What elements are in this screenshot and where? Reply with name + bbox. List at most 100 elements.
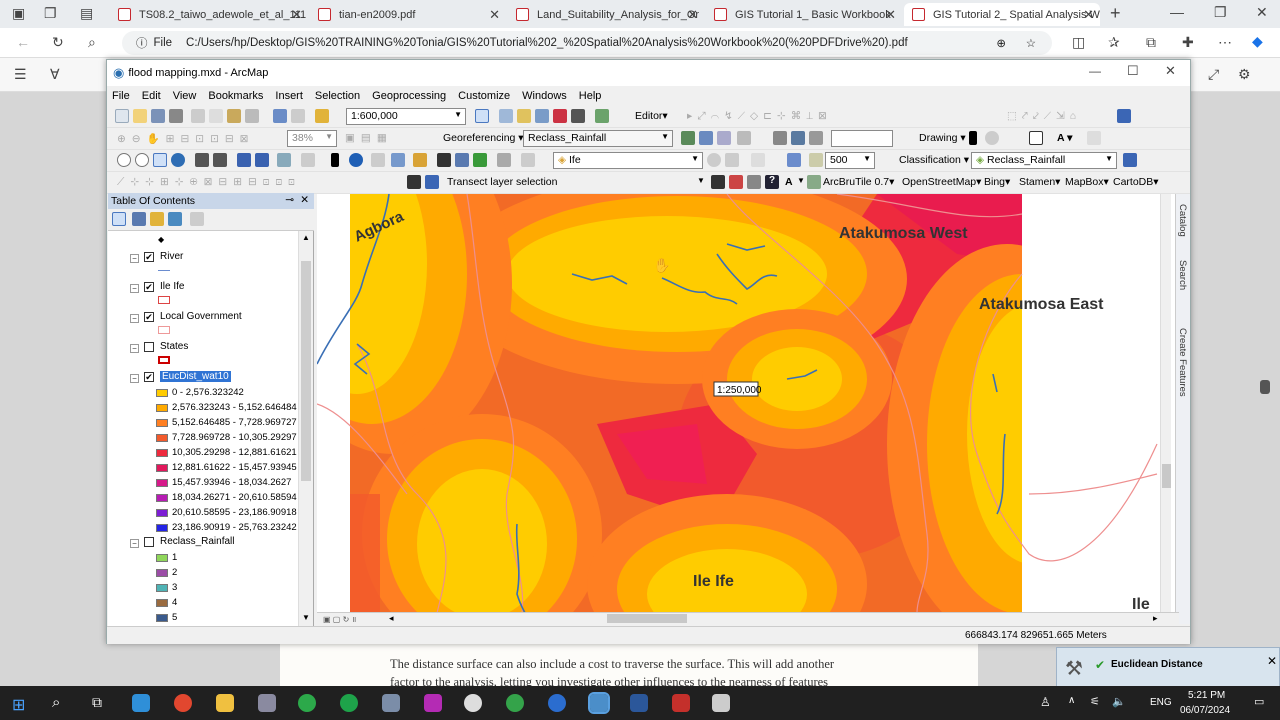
catalog-tab[interactable]: Catalog (1177, 204, 1188, 237)
menu-selection[interactable]: Selection (310, 90, 365, 102)
maximize-icon[interactable]: ☐ (1127, 63, 1139, 79)
cut-icon[interactable] (191, 109, 205, 123)
arcbrutile-icon[interactable] (807, 175, 821, 189)
copilot-icon[interactable]: ◆ (1252, 33, 1263, 50)
transect-icon[interactable] (425, 175, 439, 189)
undo-icon[interactable] (1117, 109, 1131, 123)
layer-checkbox[interactable]: ✔ (144, 281, 154, 292)
georef-layer-combo[interactable]: Reclass_Rainfall ▼ (523, 130, 673, 147)
browser-tab-3[interactable]: Land_Suitability_Analysis_for_Or ✕ (508, 3, 704, 26)
contrast-icon[interactable] (751, 153, 765, 167)
menu-edit[interactable]: Edit (137, 90, 166, 102)
tab-actions-icon[interactable]: ▣ (12, 5, 25, 22)
scale-icon[interactable] (737, 131, 751, 145)
new-icon[interactable] (115, 109, 129, 123)
extensions-icon[interactable]: ✚ (1182, 34, 1194, 51)
georef-value-field[interactable] (831, 130, 893, 147)
dropdown-arrow-icon[interactable]: ▼ (797, 176, 805, 185)
basemap-mapbox[interactable]: MapBox▾ (1065, 176, 1109, 188)
tray-chevron-icon[interactable]: ∧ (1068, 695, 1075, 706)
basemap-cartodb[interactable]: CartoDB▾ (1113, 176, 1159, 188)
pin-icon[interactable]: ⊸ (285, 194, 294, 206)
edge-icon[interactable] (132, 694, 150, 712)
favorites-icon[interactable]: ✰ (1108, 34, 1120, 51)
options-icon[interactable] (190, 212, 204, 226)
collapse-icon[interactable]: − (130, 254, 139, 263)
print-icon[interactable] (169, 109, 183, 123)
back-icon[interactable]: ← (16, 34, 30, 50)
clear-selection-icon[interactable] (301, 153, 315, 167)
editor-toolbar-icon[interactable] (475, 109, 489, 123)
close-icon[interactable]: ✕ (300, 194, 309, 206)
georeferencing-menu[interactable]: Georeferencing ▾ (443, 132, 524, 144)
time-slider-icon[interactable] (497, 153, 511, 167)
search-window-icon[interactable] (535, 109, 549, 123)
map-canvas[interactable]: Agbora Atakumosa West Atakumosa East Ile… (317, 194, 1179, 613)
redo-icon[interactable] (291, 109, 305, 123)
help-icon[interactable]: ? (765, 175, 779, 189)
app-icon[interactable] (382, 694, 400, 712)
browser-tab-2[interactable]: tian-en2009.pdf ✕ (310, 3, 506, 26)
find-icon[interactable] (437, 153, 451, 167)
pan-icon[interactable] (153, 153, 167, 167)
word-icon[interactable] (630, 694, 648, 712)
rotate-element-icon[interactable] (985, 131, 999, 145)
forward-extent-icon[interactable] (255, 153, 269, 167)
save-icon[interactable] (151, 109, 165, 123)
menu-windows[interactable]: Windows (517, 90, 572, 102)
catalog-icon[interactable] (517, 109, 531, 123)
shift-icon[interactable] (717, 131, 731, 145)
browser-tab-1[interactable]: TS08.2_taiwo_adewole_et_al_111 ✕ (110, 3, 308, 26)
editor-menu[interactable]: Editor▾ (635, 110, 668, 122)
file-explorer-icon[interactable] (216, 694, 234, 712)
menu-customize[interactable]: Customize (453, 90, 515, 102)
select-elements-icon[interactable] (331, 153, 339, 167)
close-tab-icon[interactable]: ✕ (1083, 7, 1094, 23)
full-extent-icon[interactable] (171, 153, 185, 167)
select-features-icon[interactable] (277, 153, 291, 167)
rotate-icon[interactable] (699, 131, 713, 145)
list-by-source-icon[interactable] (132, 212, 146, 226)
language-indicator[interactable]: ENG (1150, 697, 1172, 708)
scroll-thumb[interactable] (607, 614, 687, 623)
list-by-selection-icon[interactable] (168, 212, 182, 226)
map-view[interactable]: Agbora Atakumosa West Atakumosa East Ile… (317, 194, 1179, 613)
pdf-scrollbar-thumb[interactable] (1260, 380, 1270, 394)
app-icon[interactable] (424, 694, 442, 712)
list-by-visibility-icon[interactable] (150, 212, 164, 226)
scroll-thumb[interactable] (301, 261, 311, 481)
menu-help[interactable]: Help (574, 90, 607, 102)
clock-date[interactable]: 06/07/2024 (1180, 705, 1230, 716)
fixed-zoom-out-icon[interactable] (213, 153, 227, 167)
chrome-icon[interactable] (174, 694, 192, 712)
rectangle-icon[interactable] (1029, 131, 1043, 145)
minimize-icon[interactable]: — (1089, 64, 1101, 78)
python-icon[interactable] (571, 109, 585, 123)
close-tab-icon[interactable]: ✕ (885, 7, 896, 23)
start-icon[interactable]: ⊞ (12, 695, 25, 715)
histogram-icon[interactable] (1123, 153, 1137, 167)
menu-insert[interactable]: Insert (270, 90, 308, 102)
tool-icon[interactable] (747, 175, 761, 189)
collapse-icon[interactable]: − (130, 539, 139, 548)
layer-checkbox[interactable] (144, 536, 154, 547)
collapse-icon[interactable]: − (130, 314, 139, 323)
find-route-icon[interactable] (455, 153, 469, 167)
arctoolbox-icon[interactable] (553, 109, 567, 123)
reset-icon[interactable] (809, 131, 823, 145)
menu-file[interactable]: File (107, 90, 135, 102)
font-color-icon[interactable]: A (785, 176, 793, 188)
app-icon[interactable] (464, 694, 482, 712)
clock-time[interactable]: 5:21 PM (1188, 690, 1225, 701)
arcmap-taskbar-icon[interactable] (588, 692, 610, 714)
search-icon[interactable]: ⌕ (52, 694, 60, 711)
html-popup-icon[interactable] (391, 153, 405, 167)
vertical-tabs-icon[interactable]: ▤ (80, 5, 93, 22)
app-icon[interactable] (298, 694, 316, 712)
classification-layer-combo[interactable]: ◈ Reclass_Rainfall ▼ (971, 152, 1117, 169)
layer-checkbox[interactable]: ✔ (144, 371, 154, 382)
number-field[interactable]: 500 ▼ (825, 152, 875, 169)
layer-reclass-rainfall[interactable]: Reclass_Rainfall (144, 536, 234, 547)
fixed-zoom-in-icon[interactable] (195, 153, 209, 167)
app-icon[interactable] (712, 694, 730, 712)
